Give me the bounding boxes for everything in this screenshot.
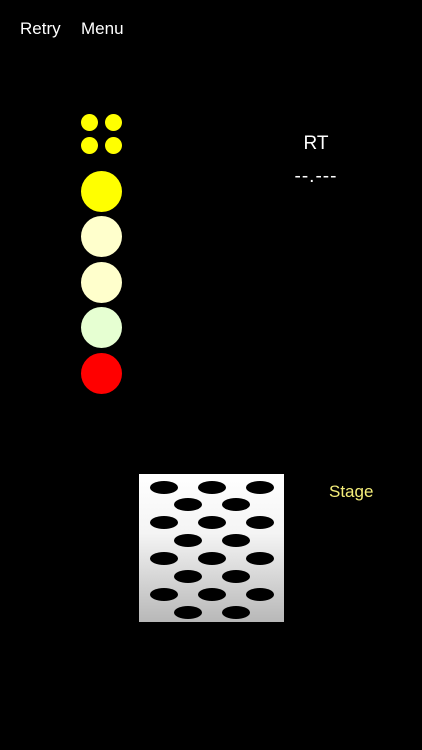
stage-hole <box>246 588 274 601</box>
stage-hole <box>150 481 178 494</box>
stage-hole <box>246 516 274 529</box>
stage-hole <box>198 481 226 494</box>
mini-light <box>81 114 98 131</box>
stage-hole <box>174 534 202 547</box>
stage-hole <box>222 570 250 583</box>
stage-hole <box>246 481 274 494</box>
stage-hole <box>174 570 202 583</box>
stage-hole <box>174 606 202 619</box>
mini-light <box>105 114 122 131</box>
stage-hole <box>150 516 178 529</box>
stage-hole <box>198 552 226 565</box>
retry-button[interactable]: Retry <box>20 19 61 39</box>
stage-hole <box>246 552 274 565</box>
mini-light <box>81 137 98 154</box>
stage-hole <box>174 498 202 511</box>
stage-button[interactable]: Stage <box>329 482 373 502</box>
stage-hole <box>222 606 250 619</box>
stage-hole <box>150 588 178 601</box>
stage-hole <box>198 516 226 529</box>
signal-light-5 <box>81 353 122 394</box>
stage-hole <box>222 534 250 547</box>
rt-label: RT <box>303 133 329 154</box>
rt-value: --.--- <box>294 166 338 187</box>
stage-hole <box>150 552 178 565</box>
signal-light-4 <box>81 307 122 348</box>
signal-light-2 <box>81 216 122 257</box>
stage-pattern-panel[interactable] <box>139 474 284 622</box>
signal-light-1 <box>81 171 122 212</box>
stage-hole <box>198 588 226 601</box>
stage-hole <box>222 498 250 511</box>
mini-light <box>105 137 122 154</box>
signal-light-3 <box>81 262 122 303</box>
menu-button[interactable]: Menu <box>81 19 124 39</box>
